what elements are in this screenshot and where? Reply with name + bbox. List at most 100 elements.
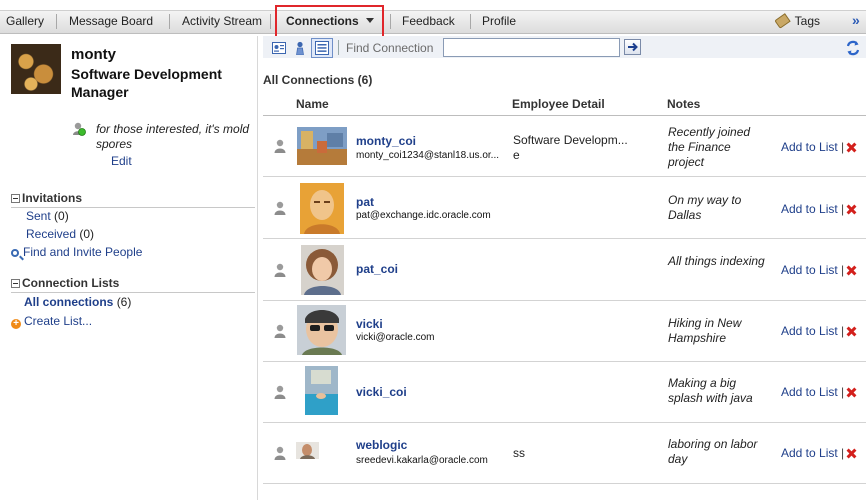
tab-gallery[interactable]: Gallery [2, 11, 48, 33]
employee-detail: Software Developm... [513, 133, 628, 147]
card-view-icon[interactable] [272, 41, 286, 55]
presence-offline-icon [274, 446, 286, 460]
connection-note: laboring on labor day [668, 437, 758, 466]
column-header-name[interactable]: Name [296, 97, 329, 111]
add-to-list-link[interactable]: Add to List | [781, 324, 856, 338]
add-to-list-label: Add to List [781, 446, 838, 460]
add-to-list-link[interactable]: Add to List | [781, 263, 856, 277]
find-connection-label: Find Connection [346, 41, 434, 55]
user-photo[interactable] [305, 366, 338, 415]
tag-icon [773, 13, 791, 29]
presence-offline-icon [274, 139, 286, 153]
user-photo[interactable] [300, 183, 344, 234]
connection-email: sreedevi.kakarla@oracle.com [356, 455, 488, 466]
add-to-list-label: Add to List [781, 202, 838, 216]
table-row: vicki vicki@oracle.com Hiking in New Ham… [263, 301, 866, 362]
invitations-sent-link[interactable]: Sent (0) [26, 209, 69, 223]
profile-name[interactable]: monty [71, 46, 116, 63]
tab-message-board[interactable]: Message Board [65, 11, 157, 33]
connection-email: pat@exchange.idc.oracle.com [356, 210, 491, 221]
tags-label: Tags [794, 14, 820, 28]
connection-note: Recently joined the Finance project [668, 125, 751, 169]
connection-username[interactable]: weblogic [356, 438, 407, 452]
tab-separator [390, 14, 391, 29]
add-to-list-link[interactable]: Add to List | [781, 385, 856, 399]
find-invite-people-link[interactable]: Find and Invite People [11, 245, 142, 259]
presence-offline-icon [274, 324, 286, 338]
find-invite-label: Find and Invite People [23, 245, 143, 259]
search-icon [11, 249, 19, 257]
separator: | [841, 385, 845, 399]
user-photo[interactable] [297, 127, 347, 165]
separator: | [841, 446, 845, 460]
invitations-received-link[interactable]: Received (0) [26, 227, 94, 241]
left-panel: monty Software Development Manager for t… [0, 36, 258, 500]
add-to-list-label: Add to List [781, 263, 838, 277]
table-row: pat pat@exchange.idc.oracle.com On my wa… [263, 178, 866, 239]
status-message: for those interested, it's mold spores [96, 122, 250, 151]
user-photo[interactable] [301, 245, 344, 295]
chevron-down-icon [365, 18, 374, 23]
connection-lists-heading-label: Connection Lists [22, 276, 120, 290]
table-row: pat_coi All things indexing Add to List … [263, 240, 866, 301]
column-header-employee-detail[interactable]: Employee Detail [512, 97, 605, 111]
delete-icon[interactable] [847, 327, 856, 336]
top-nav-bar: Gallery Message Board Activity Stream Co… [0, 10, 866, 34]
invitations-heading[interactable]: Invitations [11, 191, 255, 208]
collapse-icon [11, 194, 20, 203]
create-list-link[interactable]: + Create List... [11, 314, 92, 329]
column-header-notes[interactable]: Notes [667, 97, 700, 111]
search-go-button[interactable] [624, 39, 641, 55]
connection-note: All things indexing [668, 254, 765, 268]
user-photo[interactable] [297, 305, 346, 355]
delete-icon[interactable] [847, 205, 856, 214]
delete-icon[interactable] [847, 143, 856, 152]
delete-icon[interactable] [847, 266, 856, 275]
connection-username[interactable]: monty_coi [356, 134, 416, 148]
toolbar-separator [338, 40, 339, 55]
presence-offline-icon [274, 263, 286, 277]
tags-button[interactable]: Tags [773, 12, 820, 30]
more-chevron-icon[interactable]: » [852, 12, 860, 28]
add-to-list-label: Add to List [781, 140, 838, 154]
user-photo[interactable] [296, 442, 319, 459]
find-connection-input[interactable] [443, 38, 620, 57]
presence-offline-icon [274, 385, 286, 399]
separator: | [841, 202, 845, 216]
add-to-list-label: Add to List [781, 324, 838, 338]
connection-email: monty_coi1234@stanl18.us.or... [356, 150, 500, 161]
tab-profile[interactable]: Profile [478, 11, 520, 33]
add-to-list-link[interactable]: Add to List | [781, 140, 856, 154]
add-to-list-link[interactable]: Add to List | [781, 446, 856, 460]
delete-icon[interactable] [847, 388, 856, 397]
connection-email: vicki@oracle.com [356, 332, 435, 343]
table-row: weblogic sreedevi.kakarla@oracle.com ss … [263, 423, 866, 484]
connection-username[interactable]: pat [356, 195, 374, 209]
presence-online-icon [73, 122, 86, 136]
all-connections-label: All connections [24, 295, 114, 309]
connection-username[interactable]: vicki [356, 317, 383, 331]
delete-icon[interactable] [847, 449, 856, 458]
sent-label: Sent [26, 209, 51, 223]
connection-username[interactable]: pat_coi [356, 262, 398, 276]
invitations-heading-label: Invitations [22, 191, 83, 205]
refresh-icon[interactable] [845, 40, 861, 56]
connection-lists-heading[interactable]: Connection Lists [11, 276, 255, 293]
add-to-list-link[interactable]: Add to List | [781, 202, 856, 216]
connection-note: Hiking in New Hampshire [668, 316, 742, 345]
employee-detail: ss [513, 446, 525, 460]
arrow-right-icon [628, 42, 638, 52]
all-connections-link[interactable]: All connections (6) [24, 295, 131, 309]
tab-activity-stream[interactable]: Activity Stream [178, 11, 266, 33]
connection-note: On my way to Dallas [668, 193, 742, 222]
sent-count: (0) [54, 209, 69, 223]
table-row: vicki_coi Making a big splash with java … [263, 362, 866, 423]
profile-title: Software Development Manager [71, 66, 222, 100]
edit-status-link[interactable]: Edit [111, 154, 132, 168]
tab-feedback[interactable]: Feedback [398, 11, 459, 33]
add-to-list-label: Add to List [781, 385, 838, 399]
connection-username[interactable]: vicki_coi [356, 385, 407, 399]
received-count: (0) [79, 227, 95, 241]
tab-connections[interactable]: Connections [282, 11, 378, 33]
presence-view-icon[interactable] [293, 41, 307, 55]
